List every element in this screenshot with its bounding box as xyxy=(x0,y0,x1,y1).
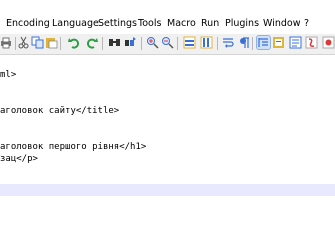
document-map-icon[interactable] xyxy=(272,36,285,49)
code-line[interactable] xyxy=(0,165,335,177)
toolbar-separator xyxy=(252,37,253,50)
toolbar-separator xyxy=(217,37,218,50)
find-icon[interactable] xyxy=(108,36,121,49)
zoom-in-icon[interactable] xyxy=(146,36,159,49)
menu-help[interactable]: ? xyxy=(304,18,309,30)
function-list-icon[interactable] xyxy=(289,36,302,49)
menu-macro[interactable]: Macro xyxy=(167,18,196,30)
toolbar xyxy=(0,34,335,55)
sync-horizontal-icon[interactable] xyxy=(200,36,213,49)
replace-icon[interactable] xyxy=(124,36,137,49)
toolbar-separator xyxy=(60,37,61,50)
menu-bar: Encoding Language Settings Tools Macro R… xyxy=(0,14,335,34)
menu-encoding[interactable]: Encoding xyxy=(6,18,50,30)
current-line[interactable] xyxy=(0,184,335,196)
menu-window[interactable]: Window xyxy=(263,18,300,30)
show-all-characters-icon[interactable] xyxy=(238,36,251,49)
editor-area[interactable]: ml> аголовок сайту</title> аголовок перш… xyxy=(0,55,335,220)
code-line[interactable]: ml> xyxy=(0,69,335,81)
indent-guide-icon[interactable] xyxy=(256,35,271,50)
toolbar-separator xyxy=(177,37,178,50)
sync-vertical-icon[interactable] xyxy=(183,36,196,49)
code-line[interactable]: зац</p> xyxy=(0,153,335,165)
zoom-out-icon[interactable] xyxy=(161,36,174,49)
record-stop-icon[interactable] xyxy=(322,36,335,49)
record-macro-icon[interactable] xyxy=(305,36,318,49)
word-wrap-icon[interactable] xyxy=(222,36,235,49)
toolbar-separator xyxy=(15,37,16,50)
redo-icon[interactable] xyxy=(85,36,98,49)
code-line[interactable]: аголовок першого рівня</h1> xyxy=(0,141,335,153)
print-icon[interactable] xyxy=(0,36,13,49)
menu-tools[interactable]: Tools xyxy=(138,18,161,30)
cut-icon[interactable] xyxy=(17,36,30,49)
toolbar-separator xyxy=(141,37,142,50)
undo-icon[interactable] xyxy=(68,36,81,49)
menu-run[interactable]: Run xyxy=(201,18,219,30)
code-line[interactable] xyxy=(0,81,335,93)
code-line[interactable] xyxy=(0,129,335,141)
menu-settings[interactable]: Settings xyxy=(98,18,137,30)
copy-icon[interactable] xyxy=(31,36,44,49)
paste-icon[interactable] xyxy=(45,36,58,49)
code-line[interactable]: аголовок сайту</title> xyxy=(0,105,335,117)
code-line[interactable] xyxy=(0,93,335,105)
toolbar-separator xyxy=(102,37,103,50)
code-line[interactable] xyxy=(0,117,335,129)
menu-plugins[interactable]: Plugins xyxy=(225,18,259,30)
menu-language[interactable]: Language xyxy=(52,18,99,30)
